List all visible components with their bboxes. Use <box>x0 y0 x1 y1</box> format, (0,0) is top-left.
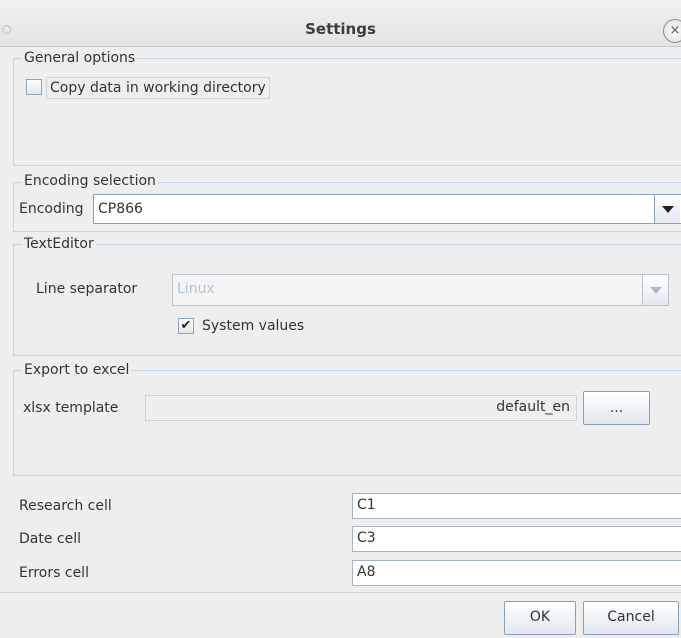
general-options-group <box>13 58 681 166</box>
research-cell-label: Research cell <box>19 498 112 514</box>
errors-cell-label: Errors cell <box>19 565 89 581</box>
research-cell-input[interactable]: C1 <box>352 493 681 519</box>
xlsx-template-label: xlsx template <box>23 400 119 416</box>
errors-cell-value: A8 <box>357 564 376 580</box>
cancel-button[interactable]: Cancel <box>583 601 679 635</box>
encoding-select[interactable]: CP866 <box>93 194 681 224</box>
encoding-selection-legend: Encoding selection <box>22 172 158 190</box>
checkmark-icon: ✔ <box>180 318 192 333</box>
encoding-dropdown-arrow[interactable] <box>654 195 680 223</box>
export-excel-legend: Export to excel <box>22 361 132 379</box>
close-icon: × <box>669 23 681 38</box>
export-excel-group <box>13 370 681 476</box>
close-button[interactable]: × <box>663 19 681 43</box>
window-title: Settings <box>305 20 376 38</box>
line-separator-dropdown-arrow <box>642 275 668 305</box>
text-editor-legend: TextEditor <box>22 235 96 253</box>
date-cell-label: Date cell <box>19 531 82 547</box>
ok-button[interactable]: OK <box>504 601 576 635</box>
research-cell-value: C1 <box>357 497 376 513</box>
copy-data-label[interactable]: Copy data in working directory <box>46 77 270 99</box>
date-cell-value: C3 <box>357 530 376 546</box>
system-values-label[interactable]: System values <box>202 317 304 335</box>
title-bar: Settings × <box>0 0 681 47</box>
separator-line <box>0 592 681 593</box>
xlsx-template-value: default_en <box>496 399 570 415</box>
encoding-value: CP866 <box>98 201 143 217</box>
encoding-label: Encoding <box>19 201 84 217</box>
copy-data-checkbox[interactable] <box>26 79 42 95</box>
date-cell-input[interactable]: C3 <box>352 526 681 552</box>
line-separator-select: Linux <box>172 274 669 306</box>
line-separator-value: Linux <box>177 281 215 297</box>
errors-cell-input[interactable]: A8 <box>352 560 681 586</box>
xlsx-template-field: default_en <box>145 395 577 421</box>
chevron-down-icon <box>661 205 674 213</box>
system-values-checkbox[interactable]: ✔ <box>178 318 194 334</box>
general-options-legend: General options <box>22 49 138 67</box>
line-separator-label: Line separator <box>36 281 138 297</box>
browse-template-button[interactable]: ... <box>583 391 650 425</box>
chevron-down-icon <box>649 286 662 294</box>
